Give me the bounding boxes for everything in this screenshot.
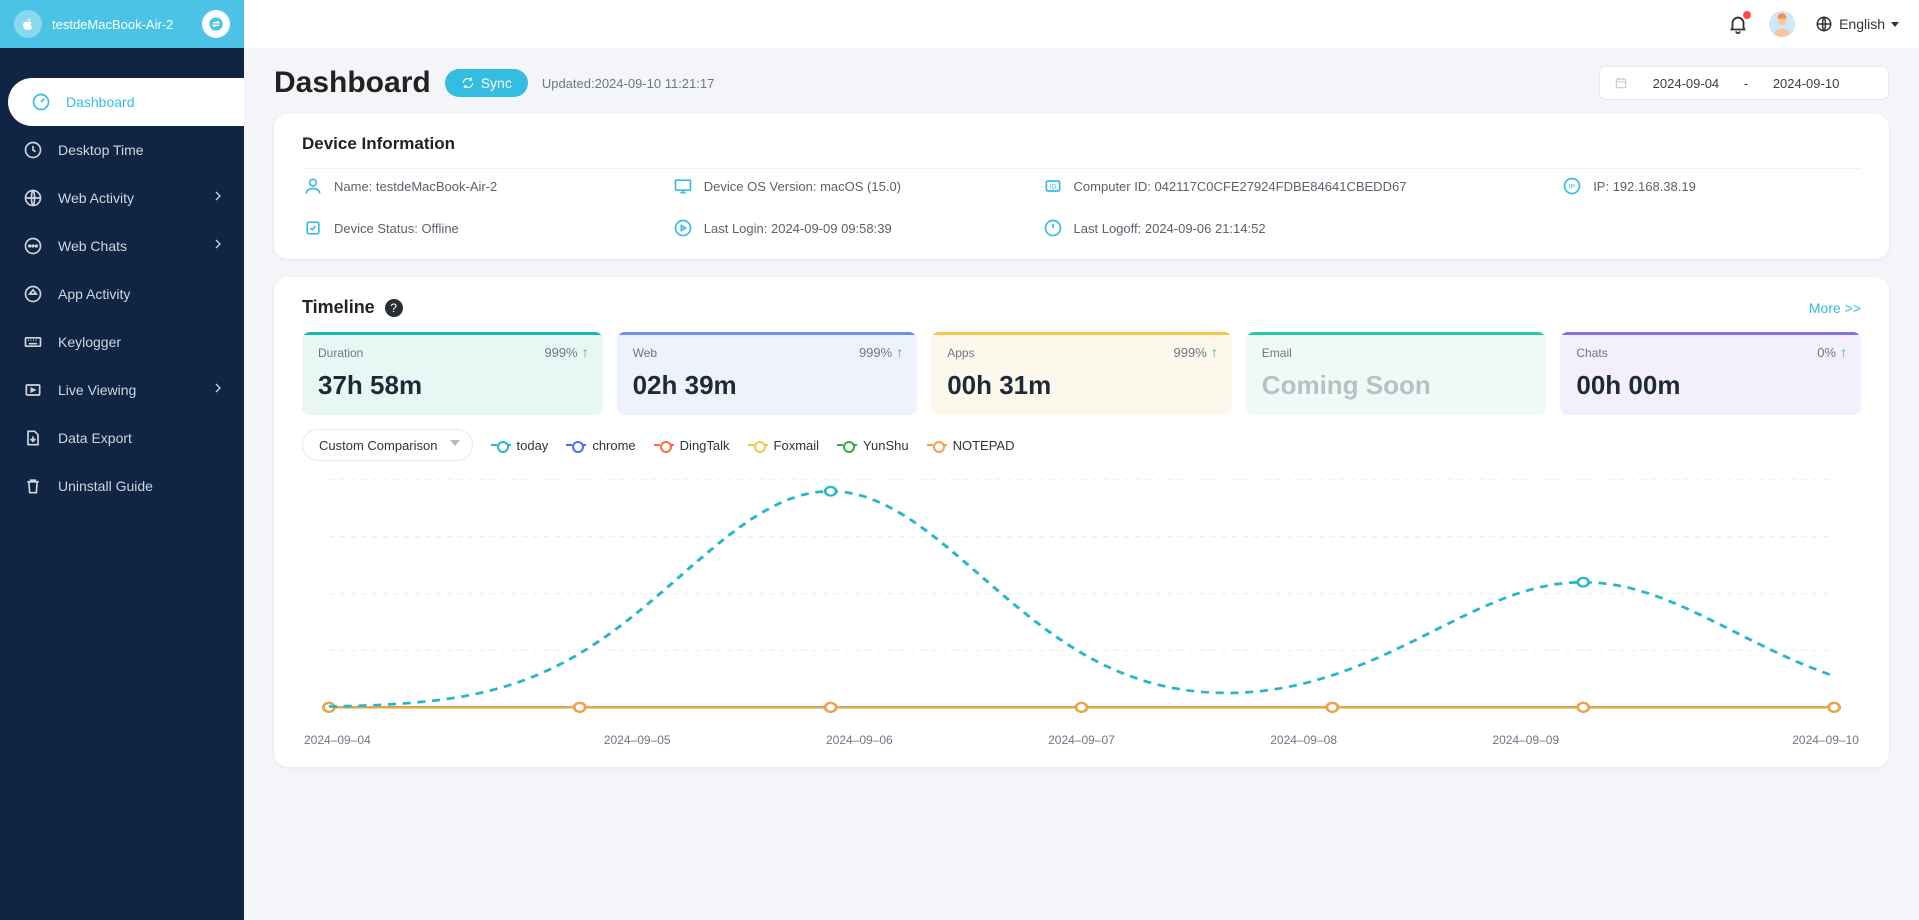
- app-icon: [22, 283, 44, 305]
- login-icon: [672, 217, 694, 239]
- device-title: testdeMacBook-Air-2: [52, 17, 202, 32]
- page-title: Dashboard: [274, 66, 431, 100]
- sidebar-item-web-activity[interactable]: Web Activity: [0, 174, 244, 222]
- sidebar-item-label: Web Chats: [58, 238, 127, 254]
- timeline-card: Timeline ? More >> Duration 999%↑ 37h 58…: [274, 277, 1889, 767]
- language-label: English: [1839, 16, 1885, 32]
- sidebar-item-web-chats[interactable]: Web Chats: [0, 222, 244, 270]
- apple-icon: [14, 10, 42, 38]
- stat-chats[interactable]: Chats 0%↑ 00h 00m: [1560, 332, 1861, 415]
- device-ip: IP: 192.168.38.19: [1593, 179, 1696, 194]
- sync-label: Sync: [481, 75, 512, 91]
- avatar[interactable]: [1769, 11, 1795, 37]
- stat-web[interactable]: Web 999%↑ 02h 39m: [617, 332, 918, 415]
- device-info-card: Device Information Name: testdeMacBook-A…: [274, 114, 1889, 259]
- sidebar-item-desktop-time[interactable]: Desktop Time: [0, 126, 244, 174]
- comparison-row: Custom Comparison today chrome DingTalk Fox…: [302, 429, 1861, 461]
- notification-dot-icon: [1743, 11, 1751, 19]
- updated-text: Updated:2024-09-10 11:21:17: [542, 76, 715, 91]
- sidebar-item-label: Keylogger: [58, 334, 121, 350]
- comparison-select[interactable]: Custom Comparison: [302, 429, 473, 461]
- device-status: Device Status: Offline: [334, 221, 459, 236]
- sidebar: testdeMacBook-Air-2 Dashboard Desktop Ti…: [0, 0, 244, 920]
- topbar: English: [244, 0, 1919, 48]
- sidebar-item-label: Dashboard: [66, 94, 135, 110]
- svg-text:IP: IP: [1569, 184, 1576, 191]
- device-id: Computer ID: 042117C0CFE27924FDBE84641CB…: [1074, 179, 1407, 194]
- monitor-icon: [672, 175, 694, 197]
- sidebar-item-label: Live Viewing: [58, 382, 136, 398]
- date-from: 2024-09-04: [1653, 76, 1720, 91]
- device-info-title: Device Information: [302, 134, 1861, 154]
- dashboard-icon: [30, 91, 52, 113]
- globe-icon: [22, 187, 44, 209]
- chart-legend: today chrome DingTalk Foxmail YunShu NOTEPAD: [491, 438, 1015, 453]
- legend-item[interactable]: today: [491, 438, 549, 453]
- legend-item[interactable]: chrome: [566, 438, 635, 453]
- export-icon: [22, 427, 44, 449]
- sidebar-item-data-export[interactable]: Data Export: [0, 414, 244, 462]
- caret-down-icon: [1891, 22, 1899, 27]
- clock-icon: [22, 139, 44, 161]
- legend-item[interactable]: NOTEPAD: [927, 438, 1015, 453]
- legend-item[interactable]: DingTalk: [654, 438, 730, 453]
- language-selector[interactable]: English: [1815, 15, 1899, 33]
- svg-text:ID: ID: [1049, 184, 1056, 191]
- chevron-right-icon: [210, 188, 226, 207]
- side-menu: Dashboard Desktop Time Web Activity Web …: [0, 48, 244, 510]
- trash-icon: [22, 475, 44, 497]
- sidebar-item-label: Uninstall Guide: [58, 478, 153, 494]
- date-to: 2024-09-10: [1773, 76, 1840, 91]
- legend-item[interactable]: YunShu: [837, 438, 909, 453]
- device-last-login: Last Login: 2024-09-09 09:58:39: [704, 221, 892, 236]
- chevron-right-icon: [210, 236, 226, 255]
- page-header: Dashboard Sync Updated:2024-09-10 11:21:…: [274, 66, 1889, 100]
- timeline-title: Timeline: [302, 297, 375, 318]
- sidebar-item-label: Web Activity: [58, 190, 134, 206]
- notifications-button[interactable]: [1727, 13, 1749, 35]
- timeline-help-icon[interactable]: ?: [385, 299, 403, 317]
- stat-duration[interactable]: Duration 999%↑ 37h 58m: [302, 332, 603, 415]
- timeline-more-link[interactable]: More >>: [1809, 300, 1861, 316]
- user-icon: [302, 175, 324, 197]
- sidebar-item-label: App Activity: [58, 286, 130, 302]
- id-icon: ID: [1042, 175, 1064, 197]
- stat-row: Duration 999%↑ 37h 58m Web 999%↑ 02h 39m…: [302, 332, 1861, 415]
- device-os: Device OS Version: macOS (15.0): [704, 179, 901, 194]
- keyboard-icon: [22, 331, 44, 353]
- chart-x-axis: 2024–09–042024–09–052024–09–062024–09–07…: [302, 733, 1861, 747]
- logoff-icon: [1042, 217, 1064, 239]
- stat-email: Email Coming Soon: [1246, 332, 1547, 415]
- calendar-icon: [1614, 76, 1628, 90]
- device-last-logoff: Last Logoff: 2024-09-06 21:14:52: [1074, 221, 1266, 236]
- chat-icon: [22, 235, 44, 257]
- status-icon: [302, 217, 324, 239]
- caret-down-icon: [450, 440, 460, 446]
- date-sep: -: [1744, 76, 1748, 91]
- stat-apps[interactable]: Apps 999%↑ 00h 31m: [931, 332, 1232, 415]
- ip-icon: IP: [1561, 175, 1583, 197]
- legend-item[interactable]: Foxmail: [748, 438, 820, 453]
- device-header: testdeMacBook-Air-2: [0, 0, 244, 48]
- swap-device-button[interactable]: [202, 10, 230, 38]
- sidebar-item-app-activity[interactable]: App Activity: [0, 270, 244, 318]
- device-name: Name: testdeMacBook-Air-2: [334, 179, 497, 194]
- sidebar-item-live-viewing[interactable]: Live Viewing: [0, 366, 244, 414]
- sidebar-item-label: Desktop Time: [58, 142, 144, 158]
- sidebar-item-uninstall-guide[interactable]: Uninstall Guide: [0, 462, 244, 510]
- device-info-grid: Name: testdeMacBook-Air-2 Device OS Vers…: [302, 168, 1861, 239]
- chevron-right-icon: [210, 380, 226, 399]
- sidebar-item-label: Data Export: [58, 430, 132, 446]
- timeline-chart: [302, 469, 1861, 729]
- main: Dashboard Sync Updated:2024-09-10 11:21:…: [244, 48, 1919, 920]
- live-icon: [22, 379, 44, 401]
- sidebar-item-dashboard[interactable]: Dashboard: [8, 78, 244, 126]
- date-range-picker[interactable]: 2024-09-04 - 2024-09-10: [1599, 66, 1889, 100]
- sidebar-item-keylogger[interactable]: Keylogger: [0, 318, 244, 366]
- sync-button[interactable]: Sync: [445, 69, 528, 97]
